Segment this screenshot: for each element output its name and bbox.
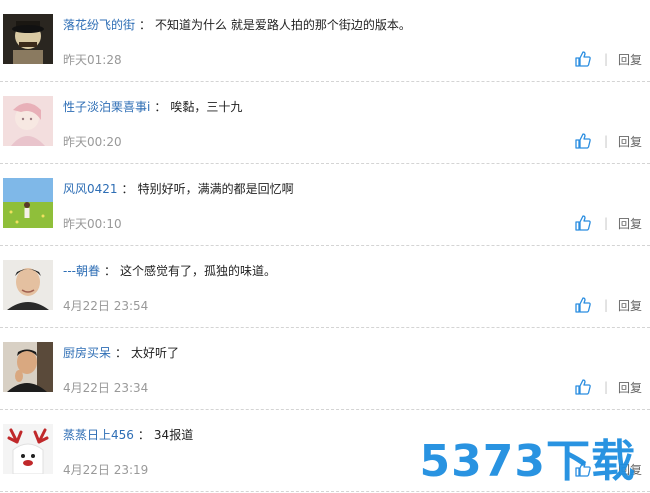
colon-separator: ： [139,18,152,32]
comment-item: 蒸蒸日上456： 34报道 4月22日 23:19 | 回复 [0,410,650,492]
comment-list: 落花纷飞的街：不知道为什么 就是爱路人拍的那个街边的版本。 昨天01:28 | … [0,0,650,493]
thumbs-up-icon[interactable] [574,214,592,232]
comment-time: 昨天00:20 [63,135,122,149]
comment-actions: | 回复 [574,130,642,152]
thumbs-up-icon[interactable] [574,50,592,68]
reply-button[interactable]: 回复 [618,51,642,68]
reply-button[interactable]: 回复 [618,215,642,232]
comment-actions: | 回复 [574,458,642,480]
username-link[interactable]: 落花纷飞的街 [63,18,135,32]
avatar[interactable] [3,342,53,392]
avatar[interactable] [3,178,53,228]
comment-time: 昨天00:10 [63,217,122,231]
colon-separator: ： [137,428,150,442]
action-divider: | [603,52,608,66]
thumbs-up-icon[interactable] [574,296,592,314]
colon-separator: ： [154,100,167,114]
reply-button[interactable]: 回复 [618,133,642,150]
comment-time: 4月22日 23:34 [63,381,149,395]
comment-text: 唉黏，三十九 [170,100,243,114]
username-link[interactable]: 蒸蒸日上456 [63,428,134,442]
avatar[interactable] [3,14,53,64]
comment-item: 厨房买呆 ：太好听了 4月22日 23:34 | 回复 [0,328,650,410]
reply-button[interactable]: 回复 [618,297,642,314]
comment-actions: | 回复 [574,294,642,316]
comment-text: 这个感觉有了，孤独的味道。 [120,264,277,278]
colon-separator: ： [104,264,117,278]
comment-item: ---朝眷 ：这个感觉有了，孤独的味道。 4月22日 23:54 | 回复 [0,246,650,328]
avatar[interactable] [3,424,53,474]
comment-time: 4月22日 23:54 [63,299,149,313]
comment-text: 太好听了 [131,346,180,360]
colon-separator: ： [121,182,134,196]
avatar[interactable] [3,260,53,310]
comment-actions: | 回复 [574,376,642,398]
action-divider: | [603,216,608,230]
action-divider: | [603,298,608,312]
thumbs-up-icon[interactable] [574,378,592,396]
action-divider: | [603,134,608,148]
action-divider: | [603,462,608,476]
comment-item: 性子淡泊栗喜事i ：唉黏，三十九 昨天00:20 | 回复 [0,82,650,164]
comment-text: 不知道为什么 就是爱路人拍的那个街边的版本。 [155,18,411,32]
comment-text: 特别好听，满满的都是回忆啊 [137,182,294,196]
comment-text: 34报道 [153,428,194,442]
reply-button[interactable]: 回复 [618,379,642,396]
username-link[interactable]: 性子淡泊栗喜事i [63,100,150,114]
colon-separator: ： [115,346,128,360]
comment-actions: | 回复 [574,48,642,70]
comment-time: 昨天01:28 [63,53,122,67]
username-link[interactable]: 风风0421 [63,182,118,196]
username-link[interactable]: ---朝眷 [63,264,100,278]
thumbs-up-icon[interactable] [574,460,592,478]
comment-actions: | 回复 [574,212,642,234]
comment-item: 落花纷飞的街 ：不知道为什么 就是爱路人拍的那个街边的版本。 昨天01:28 | … [0,0,650,82]
username-link[interactable]: 厨房买呆 [63,346,111,360]
action-divider: | [603,380,608,394]
comment-item: 风风0421：特别好听，满满的都是回忆啊 昨天00:10 | 回复 [0,164,650,246]
thumbs-up-icon[interactable] [574,132,592,150]
avatar[interactable] [3,96,53,146]
reply-button[interactable]: 回复 [618,461,642,478]
comment-time: 4月22日 23:19 [63,463,149,477]
